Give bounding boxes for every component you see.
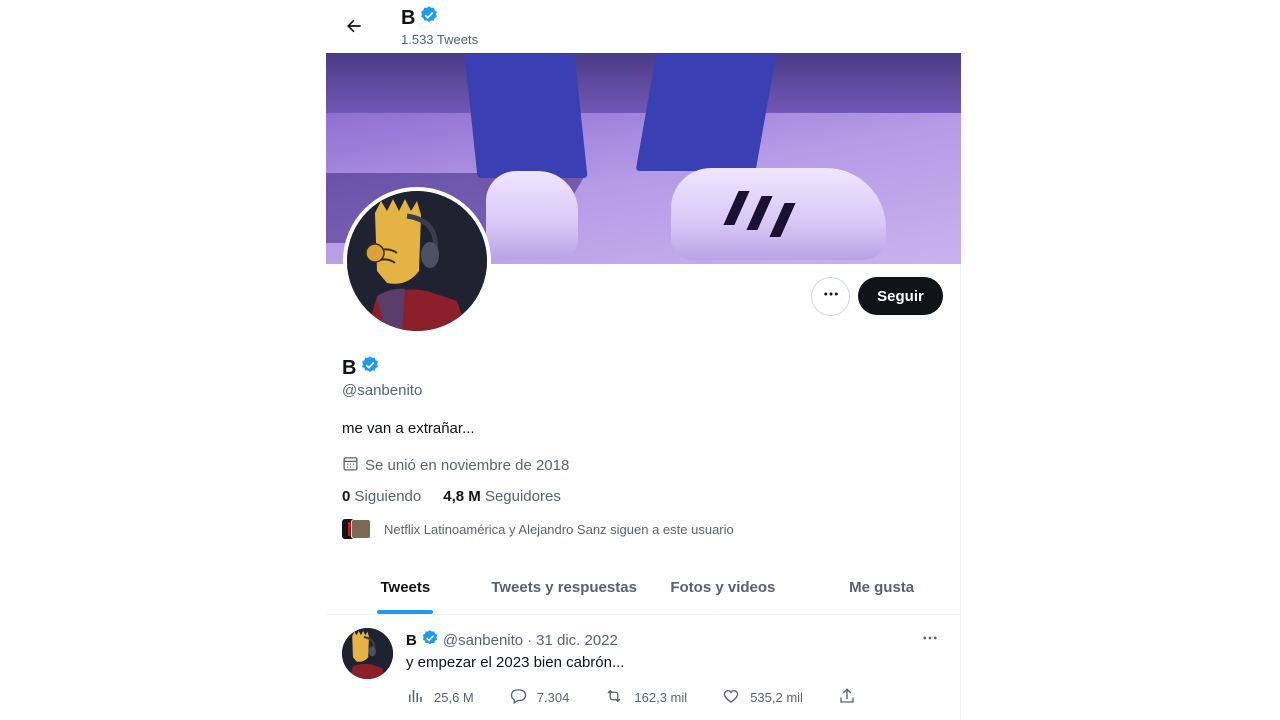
alejandro-sanz-avatar [351,519,371,539]
tab-photos-and-videos[interactable]: Fotos y videos [644,560,803,614]
verified-badge-icon[interactable] [360,355,380,381]
active-tab-indicator [377,610,434,614]
tweet-header: B @sanbenito · 31 dic. 2022 [406,629,618,651]
tweet-separator: · [527,631,533,649]
tab-likes[interactable]: Me gusta [802,560,961,614]
followers-label: Seguidores [484,488,561,505]
tab-label: Tweets y respuestas [491,578,637,596]
more-icon [822,285,840,308]
tweet-date[interactable]: 31 dic. 2022 [536,632,618,649]
header-name: B [401,6,416,29]
tweet-author-name[interactable]: B [406,632,417,649]
mutual-followers[interactable]: Netflix Latinoamérica y Alejandro Sanz s… [342,519,734,539]
header-title: B [401,5,439,31]
joined-text: Se unió en noviembre de 2018 [365,457,570,474]
profile-joined: Se unió en noviembre de 2018 [342,455,569,476]
verified-badge-icon [419,5,439,31]
tab-label: Fotos y videos [670,578,776,596]
retweet-count: 162,3 mil [634,690,688,705]
profile-avatar[interactable] [343,187,491,335]
banner-leg-right [635,53,777,171]
calendar-icon [342,455,359,476]
profile-column: B 1.533 Tweets Seguir B @sanbenito me va… [326,0,961,720]
share-icon [838,687,856,708]
top-bar: B 1.533 Tweets [326,0,961,53]
verified-badge-icon [421,629,439,651]
followers-count: 4,8 M [443,488,481,505]
reply-count: 7.304 [536,690,570,705]
back-arrow-icon[interactable] [340,12,368,40]
views-button[interactable]: 25,6 M [406,687,474,708]
tab-tweets-and-replies[interactable]: Tweets y respuestas [485,560,644,614]
reply-button[interactable]: 7.304 [509,687,570,708]
views-count: 25,6 M [434,690,474,705]
tweet-count: 1.533 Tweets [401,32,479,47]
follow-button[interactable]: Seguir [858,277,943,315]
profile-stats: 0 Siguiendo 4,8 M Seguidores [342,488,561,505]
reply-icon [509,687,527,708]
profile-name-text: B [342,356,357,379]
tweet-more-icon[interactable] [921,629,939,652]
tweet-actions: 25,6 M 7.304 162,3 mil 535,2 mil [406,687,856,708]
profile-name: B [342,355,380,381]
tweet-avatar[interactable] [342,628,393,679]
following-link[interactable]: 0 Siguiendo [342,488,421,505]
following-count: 0 [342,488,351,505]
following-label: Siguiendo [354,488,422,505]
views-icon [406,687,424,708]
mutual-avatars [342,519,371,539]
like-button[interactable]: 535,2 mil [722,687,803,708]
followers-link[interactable]: 4,8 M Seguidores [443,488,561,505]
like-count: 535,2 mil [750,690,803,705]
tab-label: Me gusta [849,578,915,596]
tab-label: Tweets [380,578,431,596]
profile-handle: @sanbenito [342,382,423,399]
tab-tweets[interactable]: Tweets [326,560,485,614]
banner-shoe-left [486,171,578,259]
avatar-image [347,191,487,331]
tweet[interactable]: B @sanbenito · 31 dic. 2022 y empezar el… [326,615,961,720]
tweet-text: y empezar el 2023 bien cabrón... [406,654,625,671]
profile-tabs: Tweets Tweets y respuestas Fotos y video… [326,560,961,615]
mutual-text: Netflix Latinoamérica y Alejandro Sanz s… [384,521,734,537]
retweet-button[interactable]: 162,3 mil [604,687,687,708]
tweet-author-handle[interactable]: @sanbenito [443,632,523,649]
banner-leg-left [464,53,588,178]
share-button[interactable] [838,687,856,708]
retweet-icon [604,687,624,708]
more-options-button[interactable] [811,277,850,316]
like-icon [722,687,740,708]
profile-bio: me van a extrañar... [342,420,475,437]
